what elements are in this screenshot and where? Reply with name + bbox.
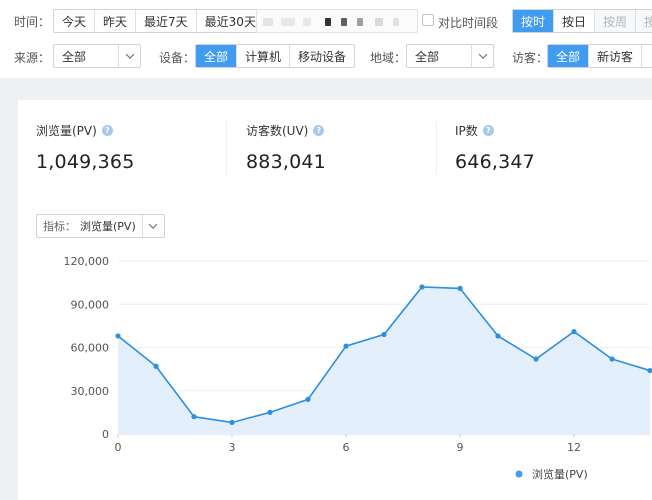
metric-uv-title: 访客数(UV) — [246, 124, 309, 138]
time-option-yesterday[interactable]: 昨天 — [95, 10, 137, 32]
divider — [436, 122, 437, 174]
indicator-select[interactable]: 指标： 浏览量(PV) — [36, 214, 165, 238]
visitor-label: 访客： — [512, 51, 549, 65]
region-select-value: 全部 — [415, 49, 440, 64]
time-label: 时间： — [14, 14, 51, 29]
device-option-computer[interactable]: 计算机 — [237, 45, 291, 67]
divider — [226, 122, 227, 174]
visitor-option-all[interactable]: 全部 — [548, 45, 590, 67]
compare-checkbox[interactable] — [422, 14, 434, 26]
source-label: 来源： — [14, 51, 51, 65]
compare-label: 对比时间段 — [438, 16, 499, 30]
granularity-hour[interactable]: 按时 — [513, 10, 555, 32]
time-option-last7[interactable]: 最近7天 — [136, 10, 197, 32]
region-label: 地域： — [370, 51, 407, 65]
metric-ip-value: 646,347 — [455, 151, 535, 173]
granularity-month[interactable]: 按月 — [636, 10, 652, 32]
chevron-down-icon — [118, 45, 140, 67]
filter-area: 时间： 今天 昨天 最近7天 最近30天 对比时间段 按时 按日 按周 按月 来… — [0, 0, 652, 78]
device-option-mobile[interactable]: 移动设备 — [290, 45, 354, 67]
overview-card: 浏览量(PV) ? 1,049,365 访客数(UV) ? 883,041 IP… — [18, 100, 652, 500]
metric-uv-value: 883,041 — [246, 151, 326, 173]
time-range-group: 今天 昨天 最近7天 最近30天 — [53, 9, 265, 33]
source-select-value: 全部 — [62, 49, 87, 64]
visitor-group: 全部 新访客 — [547, 44, 652, 68]
granularity-week[interactable]: 按周 — [595, 10, 637, 32]
device-group: 全部 计算机 移动设备 — [195, 44, 356, 68]
metric-pv: 浏览量(PV) ? 1,049,365 — [36, 122, 135, 173]
chevron-down-icon — [471, 45, 493, 67]
metric-pv-value: 1,049,365 — [36, 151, 135, 173]
time-option-last30[interactable]: 最近30天 — [197, 10, 264, 32]
date-range-picker[interactable] — [256, 9, 418, 33]
time-filter-row: 时间： — [14, 9, 50, 33]
device-option-all[interactable]: 全部 — [196, 45, 238, 67]
chevron-down-icon — [141, 215, 164, 237]
metric-ip-title: IP数 — [455, 124, 478, 138]
granularity-day[interactable]: 按日 — [554, 10, 596, 32]
indicator-value: 浏览量(PV) — [80, 220, 136, 233]
indicator-label: 指标： — [43, 220, 76, 233]
question-icon[interactable]: ? — [313, 125, 325, 136]
region-select[interactable]: 全部 — [406, 44, 494, 68]
question-icon[interactable]: ? — [482, 125, 494, 136]
metric-pv-title: 浏览量(PV) — [36, 124, 97, 138]
question-icon[interactable]: ? — [101, 125, 113, 136]
metric-ip: IP数 ? 646,347 — [455, 122, 535, 173]
source-select[interactable]: 全部 — [53, 44, 141, 68]
granularity-group: 按时 按日 按周 按月 — [512, 9, 652, 33]
device-label: 设备： — [159, 51, 196, 65]
visitor-option-new[interactable]: 新访客 — [589, 45, 643, 67]
metric-uv: 访客数(UV) ? 883,041 — [246, 122, 326, 173]
time-option-today[interactable]: 今天 — [54, 10, 96, 32]
visitor-option-more[interactable] — [642, 45, 652, 67]
